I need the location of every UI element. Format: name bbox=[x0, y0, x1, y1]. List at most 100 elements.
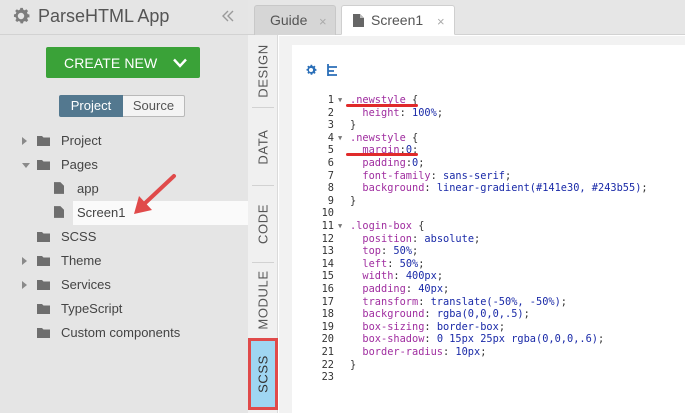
tab-screen1-label: Screen1 bbox=[371, 12, 424, 28]
caret-right-icon[interactable] bbox=[22, 257, 27, 265]
code-line[interactable]: 23 bbox=[292, 371, 685, 384]
chevron-down-icon bbox=[173, 58, 187, 68]
code-line[interactable]: 21 border-radius: 10px; bbox=[292, 346, 685, 359]
code-text: width: 400px; bbox=[362, 270, 444, 283]
create-new-button[interactable]: CREATE NEW bbox=[46, 47, 200, 78]
line-number: 19 bbox=[321, 320, 334, 333]
tab-data-label: DATA bbox=[255, 128, 271, 165]
tree-item-label: app bbox=[77, 181, 99, 196]
create-new-label: CREATE NEW bbox=[64, 55, 158, 71]
close-icon[interactable]: × bbox=[319, 14, 327, 29]
tree-item-label: Services bbox=[61, 277, 111, 292]
tab-design[interactable]: DESIGN bbox=[248, 35, 278, 107]
fold-toggle-icon[interactable]: ▼ bbox=[338, 132, 342, 145]
code-text: box-shadow: 0 15px 25px rgba(0,0,0,.6); bbox=[362, 333, 605, 346]
code-line[interactable]: 6 padding:0; bbox=[292, 157, 685, 170]
code-text: padding: 40px; bbox=[362, 283, 450, 295]
scss-editor[interactable]: 1 ▼ .newstyle {2 height: 100%; 3} 4 ▼ .newstyl… bbox=[292, 45, 685, 413]
code-line[interactable]: 2 height: 100%; bbox=[292, 107, 685, 120]
tab-module[interactable]: MODULE bbox=[248, 263, 278, 337]
folder-icon bbox=[37, 328, 50, 338]
tree-item-scss[interactable]: SCSS bbox=[0, 225, 248, 249]
annotation-underline bbox=[346, 153, 418, 156]
code-line[interactable]: 17 transform: translate(-50%, -50%); bbox=[292, 296, 685, 309]
tree-item-custom-components[interactable]: Custom components bbox=[0, 321, 248, 345]
format-tree-icon[interactable] bbox=[325, 63, 339, 77]
tree-item-pages[interactable]: Pages bbox=[0, 153, 248, 177]
code-text: background: linear-gradient(#141e30, #24… bbox=[362, 182, 648, 195]
code-line[interactable]: 16 padding: 40px; bbox=[292, 283, 685, 296]
code-text: transform: translate(-50%, -50%); bbox=[362, 295, 567, 308]
code-line[interactable]: 14 left: 50%; bbox=[292, 258, 685, 271]
collapse-sidebar-icon[interactable] bbox=[220, 8, 236, 24]
tree-item-label: Project bbox=[61, 133, 102, 148]
line-number: 8 bbox=[327, 182, 334, 195]
line-number: 11 bbox=[321, 220, 334, 232]
tree-item-app[interactable]: app bbox=[0, 177, 248, 201]
code-line[interactable]: 12 position: absolute; bbox=[292, 233, 685, 246]
code-line[interactable]: 11 ▼ .login-box { bbox=[292, 220, 685, 233]
code-line[interactable]: 7 font-family: sans-serif; bbox=[292, 170, 685, 183]
fold-toggle-icon[interactable]: ▼ bbox=[338, 220, 342, 233]
line-number: 10 bbox=[321, 207, 334, 220]
line-number: 3 bbox=[327, 119, 334, 132]
annotation-underline bbox=[346, 104, 418, 107]
code-text: } bbox=[350, 358, 357, 371]
document-icon bbox=[353, 14, 364, 27]
folder-icon bbox=[37, 232, 50, 242]
source-toggle-button[interactable]: Source bbox=[123, 95, 185, 117]
code-line[interactable]: 19 box-sizing: border-box; bbox=[292, 321, 685, 334]
code-text: box-sizing: border-box; bbox=[362, 320, 506, 333]
app-header: ParseHTML App bbox=[0, 0, 248, 34]
tree-item-theme[interactable]: Theme bbox=[0, 249, 248, 273]
tab-screen1[interactable]: Screen1 × bbox=[341, 5, 455, 35]
code-text: height: 100%; bbox=[362, 106, 444, 119]
tree-item-label: Pages bbox=[61, 157, 98, 172]
line-number: 14 bbox=[321, 257, 334, 270]
tree-item-project[interactable]: Project bbox=[0, 129, 248, 153]
code-line[interactable]: 15 width: 400px; bbox=[292, 270, 685, 283]
line-number: 2 bbox=[327, 106, 334, 119]
fold-toggle-icon[interactable]: ▼ bbox=[338, 94, 342, 107]
code-line[interactable]: 4 ▼ .newstyle { bbox=[292, 132, 685, 145]
line-number: 12 bbox=[321, 232, 334, 245]
code-line[interactable]: 13 top: 50%; bbox=[292, 245, 685, 258]
tree-item-typescript[interactable]: TypeScript bbox=[0, 297, 248, 321]
annotation-arrow-icon bbox=[134, 174, 176, 214]
code-line[interactable]: 3} bbox=[292, 119, 685, 132]
tree-item-label: Custom components bbox=[61, 325, 181, 340]
settings-icon[interactable] bbox=[304, 63, 318, 77]
project-toggle-button[interactable]: Project bbox=[59, 95, 123, 117]
code-text: padding:0; bbox=[362, 157, 425, 169]
tab-guide[interactable]: Guide × bbox=[254, 5, 336, 35]
editor-toolbar bbox=[292, 45, 685, 93]
folder-icon bbox=[37, 304, 50, 314]
code-text: border-radius: 10px; bbox=[362, 346, 487, 358]
tab-code-label: CODE bbox=[255, 204, 271, 244]
code-text: top: 50%; bbox=[362, 245, 419, 258]
code-line[interactable]: 22} bbox=[292, 359, 685, 372]
caret-right-icon[interactable] bbox=[22, 137, 27, 145]
tree-item-services[interactable]: Services bbox=[0, 273, 248, 297]
folder-icon bbox=[37, 160, 50, 170]
divider bbox=[0, 34, 248, 35]
tab-scss-label: SCSS bbox=[255, 355, 271, 393]
code-text: font-family: sans-serif; bbox=[362, 169, 512, 182]
close-icon[interactable]: × bbox=[437, 14, 445, 29]
code-line[interactable]: 10 bbox=[292, 207, 685, 220]
caret-right-icon[interactable] bbox=[22, 281, 27, 289]
code-line[interactable]: 18 background: rgba(0,0,0,.5); bbox=[292, 308, 685, 321]
code-text: position: absolute; bbox=[362, 232, 481, 245]
code-text: .newstyle { bbox=[350, 131, 419, 144]
tab-scss[interactable]: SCSS bbox=[248, 338, 278, 410]
gear-logo-icon bbox=[13, 7, 30, 24]
code-line[interactable]: 20 box-shadow: 0 15px 25px rgba(0,0,0,.6… bbox=[292, 333, 685, 346]
folder-icon bbox=[37, 280, 50, 290]
line-number: 13 bbox=[321, 245, 334, 258]
tab-code[interactable]: CODE bbox=[248, 186, 278, 262]
caret-down-icon[interactable] bbox=[22, 163, 30, 168]
code-line[interactable]: 8 background: linear-gradient(#141e30, #… bbox=[292, 182, 685, 195]
tab-data[interactable]: DATA bbox=[248, 108, 278, 185]
code-line[interactable]: 9} bbox=[292, 195, 685, 208]
line-number: 18 bbox=[321, 308, 334, 321]
